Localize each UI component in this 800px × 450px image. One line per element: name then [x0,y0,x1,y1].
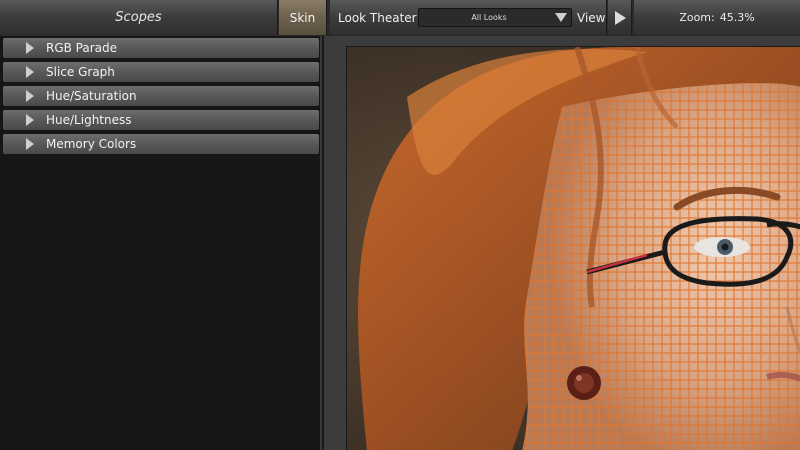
chevron-down-icon [555,13,567,22]
top-toolbar: Scopes Skin Look Theater All Looks View … [0,0,800,36]
scope-item-label: Slice Graph [46,65,115,79]
image-viewer[interactable] [324,36,800,450]
play-icon [615,10,626,25]
looks-dropdown[interactable]: All Looks [418,8,572,27]
view-button[interactable]: View [577,11,605,25]
scope-item-hue-lightness[interactable]: Hue/Lightness [3,110,319,130]
scopes-panel: RGB Parade Slice Graph Hue/Saturation Hu… [0,36,322,450]
skin-button[interactable]: Skin [279,0,327,35]
look-theater-bar: Look Theater All Looks View [330,0,607,35]
expand-triangle-icon [26,66,34,78]
scope-item-rgb-parade[interactable]: RGB Parade [3,38,319,58]
scope-item-label: Memory Colors [46,137,137,151]
portrait-image [347,47,800,450]
scope-item-memory-colors[interactable]: Memory Colors [3,134,319,154]
scopes-title-text: Scopes [115,10,162,25]
zoom-indicator: Zoom: 45.3% [634,0,800,35]
expand-triangle-icon [26,114,34,126]
scope-item-label: Hue/Lightness [46,113,132,127]
play-button[interactable] [608,0,632,35]
scopes-panel-title: Scopes [0,0,278,35]
skin-button-label: Skin [289,10,316,25]
zoom-label: Zoom: [679,11,715,24]
image-canvas[interactable] [346,46,800,450]
expand-triangle-icon [26,90,34,102]
expand-triangle-icon [26,138,34,150]
scope-item-slice-graph[interactable]: Slice Graph [3,62,319,82]
scope-item-hue-saturation[interactable]: Hue/Saturation [3,86,319,106]
zoom-value: 45.3% [719,11,755,24]
scope-item-label: Hue/Saturation [46,89,137,103]
look-theater-label: Look Theater [338,10,417,25]
expand-triangle-icon [26,42,34,54]
looks-dropdown-value: All Looks [471,13,507,22]
scope-item-label: RGB Parade [46,41,118,55]
